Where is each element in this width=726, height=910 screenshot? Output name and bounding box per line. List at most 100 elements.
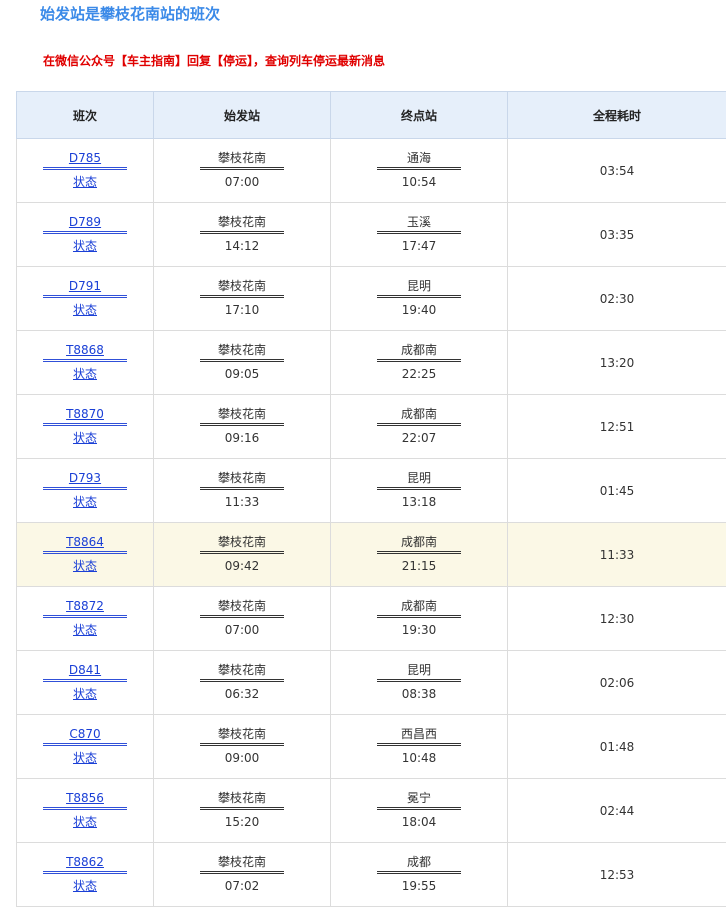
- origin-station: 攀枝花南: [200, 214, 284, 234]
- destination-cell: 成都 19:55: [330, 842, 508, 907]
- arrival-time: 08:38: [401, 687, 437, 701]
- train-cell: D791 状态: [16, 266, 154, 331]
- header-destination: 终点站: [330, 91, 508, 139]
- origin-cell: 攀枝花南 11:33: [153, 458, 331, 523]
- header-origin: 始发站: [153, 91, 331, 139]
- destination-cell: 冕宁 18:04: [330, 778, 508, 843]
- duration-cell: 01:48: [507, 714, 726, 779]
- train-number-link[interactable]: D789: [69, 215, 101, 229]
- train-number-link[interactable]: D793: [69, 471, 101, 485]
- train-cell: D785 状态: [16, 138, 154, 203]
- origin-cell: 攀枝花南 07:00: [153, 586, 331, 651]
- train-number-link[interactable]: T8862: [66, 855, 104, 869]
- origin-station: 攀枝花南: [200, 342, 284, 362]
- origin-cell: 攀枝花南 15:20: [153, 778, 331, 843]
- origin-cell: 攀枝花南 07:02: [153, 842, 331, 907]
- duration-cell: 12:51: [507, 394, 726, 459]
- arrival-time: 22:07: [401, 431, 437, 445]
- destination-cell: 成都南 19:30: [330, 586, 508, 651]
- arrival-time: 13:18: [401, 495, 437, 509]
- departure-time: 09:05: [224, 367, 260, 381]
- table-row: T8870 状态 攀枝花南 09:16 成都南 22:07 12:51: [16, 394, 726, 459]
- table-row: D841 状态 攀枝花南 06:32 昆明 08:38 02:06: [16, 650, 726, 715]
- origin-station: 攀枝花南: [200, 726, 284, 746]
- stop-notice: 在微信公众号【车主指南】回复【停运】，查询列车停运最新消息: [43, 54, 386, 68]
- status-link[interactable]: 状态: [73, 879, 97, 893]
- duration-cell: 03:54: [507, 138, 726, 203]
- departure-time: 09:00: [224, 751, 260, 765]
- table-row: T8862 状态 攀枝花南 07:02 成都 19:55 12:53: [16, 842, 726, 907]
- destination-station: 昆明: [377, 278, 461, 298]
- arrival-time: 19:30: [401, 623, 437, 637]
- train-number-link[interactable]: T8864: [66, 535, 104, 549]
- destination-cell: 昆明 19:40: [330, 266, 508, 331]
- duration-cell: 03:35: [507, 202, 726, 267]
- page-title: 始发站是攀枝花南站的班次: [40, 5, 221, 23]
- duration-cell: 02:06: [507, 650, 726, 715]
- table-row: D791 状态 攀枝花南 17:10 昆明 19:40 02:30: [16, 266, 726, 331]
- status-link[interactable]: 状态: [73, 431, 97, 445]
- origin-cell: 攀枝花南 14:12: [153, 202, 331, 267]
- table-row: T8868 状态 攀枝花南 09:05 成都南 22:25 13:20: [16, 330, 726, 395]
- table-row: C870 状态 攀枝花南 09:00 西昌西 10:48 01:48: [16, 714, 726, 779]
- origin-cell: 攀枝花南 17:10: [153, 266, 331, 331]
- table-row: T8864 状态 攀枝花南 09:42 成都南 21:15 11:33: [16, 522, 726, 587]
- status-link[interactable]: 状态: [73, 559, 97, 573]
- duration-cell: 11:33: [507, 522, 726, 587]
- status-link[interactable]: 状态: [73, 303, 97, 317]
- departure-time: 07:00: [224, 175, 260, 189]
- status-link[interactable]: 状态: [73, 623, 97, 637]
- origin-station: 攀枝花南: [200, 534, 284, 554]
- train-number-link[interactable]: T8856: [66, 791, 104, 805]
- train-number-link[interactable]: C870: [69, 727, 100, 741]
- origin-station: 攀枝花南: [200, 278, 284, 298]
- origin-station: 攀枝花南: [200, 662, 284, 682]
- destination-station: 冕宁: [377, 790, 461, 810]
- arrival-time: 22:25: [401, 367, 437, 381]
- train-number-link[interactable]: D785: [69, 151, 101, 165]
- destination-station: 昆明: [377, 662, 461, 682]
- train-number-link[interactable]: D791: [69, 279, 101, 293]
- destination-station: 通海: [377, 150, 461, 170]
- header-train: 班次: [16, 91, 154, 139]
- origin-cell: 攀枝花南 09:00: [153, 714, 331, 779]
- status-link[interactable]: 状态: [73, 687, 97, 701]
- train-number-link[interactable]: T8870: [66, 407, 104, 421]
- origin-cell: 攀枝花南 09:05: [153, 330, 331, 395]
- departure-time: 07:02: [224, 879, 260, 893]
- train-cell: T8864 状态: [16, 522, 154, 587]
- table-row: D785 状态 攀枝花南 07:00 通海 10:54 03:54: [16, 138, 726, 203]
- destination-station: 昆明: [377, 470, 461, 490]
- departure-time: 14:12: [224, 239, 260, 253]
- table-row: D789 状态 攀枝花南 14:12 玉溪 17:47 03:35: [16, 202, 726, 267]
- status-link[interactable]: 状态: [73, 367, 97, 381]
- train-cell: T8862 状态: [16, 842, 154, 907]
- destination-station: 成都南: [377, 342, 461, 362]
- arrival-time: 10:54: [401, 175, 437, 189]
- table-header-row: 班次 始发站 终点站 全程耗时: [16, 91, 726, 139]
- status-link[interactable]: 状态: [73, 815, 97, 829]
- train-table: 班次 始发站 终点站 全程耗时 D785 状态 攀枝花南 07:00 通海 10:54 03…: [16, 91, 726, 907]
- departure-time: 07:00: [224, 623, 260, 637]
- departure-time: 06:32: [224, 687, 260, 701]
- destination-station: 成都: [377, 854, 461, 874]
- train-number-link[interactable]: T8868: [66, 343, 104, 357]
- departure-time: 09:16: [224, 431, 260, 445]
- status-link[interactable]: 状态: [73, 495, 97, 509]
- train-cell: T8868 状态: [16, 330, 154, 395]
- duration-cell: 12:30: [507, 586, 726, 651]
- destination-station: 玉溪: [377, 214, 461, 234]
- train-number-link[interactable]: T8872: [66, 599, 104, 613]
- train-cell: T8872 状态: [16, 586, 154, 651]
- train-cell: T8870 状态: [16, 394, 154, 459]
- status-link[interactable]: 状态: [73, 751, 97, 765]
- departure-time: 09:42: [224, 559, 260, 573]
- train-number-link[interactable]: D841: [69, 663, 101, 677]
- table-row: T8856 状态 攀枝花南 15:20 冕宁 18:04 02:44: [16, 778, 726, 843]
- duration-cell: 01:45: [507, 458, 726, 523]
- status-link[interactable]: 状态: [73, 175, 97, 189]
- origin-cell: 攀枝花南 07:00: [153, 138, 331, 203]
- status-link[interactable]: 状态: [73, 239, 97, 253]
- destination-station: 成都南: [377, 598, 461, 618]
- duration-cell: 13:20: [507, 330, 726, 395]
